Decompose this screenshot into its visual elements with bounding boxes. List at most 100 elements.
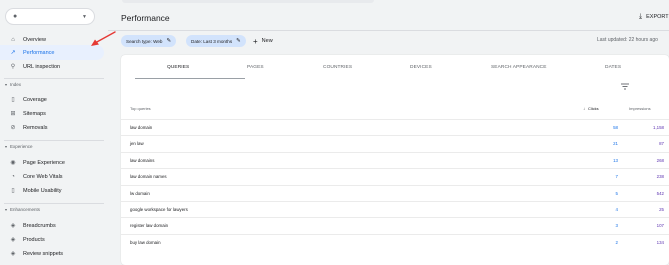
query-cell: law domains — [130, 157, 155, 163]
section-enhancements[interactable]: ▾ Enhancements — [5, 207, 40, 212]
layers-icon: ◈ — [10, 237, 16, 243]
column-header-label: Clicks — [588, 106, 599, 111]
eye-off-icon: ⊘ — [10, 125, 16, 131]
tab-search-appearance[interactable]: SEARCH APPEARANCE — [491, 65, 547, 70]
clicks-cell: 3 — [615, 223, 618, 229]
property-selector[interactable]: ● ▼ — [5, 8, 95, 25]
sidebar-item-sitemaps[interactable]: ⊞ Sitemaps — [0, 106, 104, 121]
section-label: Enhancements — [10, 207, 41, 212]
divider — [4, 203, 104, 204]
search-icon: ⚲ — [10, 64, 16, 70]
phone-icon: ▯ — [11, 188, 15, 194]
impressions-cell: 238 — [656, 174, 664, 180]
tab-countries[interactable]: COUNTRIES — [323, 65, 352, 70]
page-title: Performance — [121, 13, 170, 23]
table-row[interactable]: jen law 21 87 — [121, 135, 669, 151]
sidebar-item-label: Page Experience — [23, 159, 65, 166]
chip-label: Search type: Web — [126, 38, 163, 44]
sidebar-item-label: Overview — [23, 36, 46, 43]
query-cell: lw domain — [130, 190, 150, 196]
sidebar-item-coverage[interactable]: ▯ Coverage — [0, 92, 104, 107]
tab-dates[interactable]: DATES — [605, 65, 621, 70]
download-icon: ⤓ — [639, 13, 643, 20]
clicks-cell: 2 — [615, 239, 618, 245]
sitemap-icon: ⊞ — [10, 111, 16, 117]
clicks-cell: 7 — [615, 174, 618, 180]
sidebar-item-label: Review snippets — [23, 250, 64, 257]
sidebar-item-removals[interactable]: ⊘ Removals — [0, 120, 104, 135]
sidebar-item-label: Breadcrumbs — [23, 222, 56, 229]
filter-icon[interactable] — [620, 82, 630, 91]
export-button[interactable]: ⤓ EXPORT — [639, 13, 669, 21]
divider — [4, 140, 104, 141]
file-icon: ▯ — [11, 97, 15, 103]
layers-icon: ◈ — [10, 223, 16, 229]
last-updated-text: Last updated: 22 hours ago — [597, 37, 658, 43]
sidebar-item-breadcrumbs[interactable]: ◈ Breadcrumbs — [0, 218, 104, 233]
query-cell: google workspace for lawyers — [130, 207, 188, 212]
plus-icon: + — [253, 36, 258, 46]
sidebar-item-label: URL inspection — [23, 63, 61, 70]
chevron-down-icon: ▼ — [82, 13, 87, 20]
query-cell: register law domain — [130, 223, 169, 229]
table-row[interactable]: law domain names 7 238 — [121, 168, 669, 184]
speed-icon: ◔ — [11, 173, 15, 180]
table-row[interactable]: lw domain 5 542 — [121, 184, 669, 201]
sidebar-item-label: Coverage — [23, 96, 47, 103]
query-cell: buy law domain — [130, 239, 161, 245]
section-experience[interactable]: ▾ Experience — [5, 144, 33, 149]
query-cell: law domain — [130, 125, 153, 130]
table-row[interactable]: google workspace for lawyers 4 25 — [121, 201, 669, 217]
sidebar-item-core-web-vitals[interactable]: ◔ Core Web Vitals — [0, 169, 104, 184]
sidebar-item-label: Mobile Usability — [23, 187, 62, 194]
impressions-cell: 87 — [659, 141, 664, 147]
export-label: EXPORT — [646, 14, 669, 20]
column-header-query: Top queries — [130, 106, 151, 111]
sidebar-item-products[interactable]: ◈ Products — [0, 232, 104, 247]
query-cell: law domain names — [130, 174, 167, 180]
clicks-cell: 5 — [615, 190, 618, 196]
caret-down-icon: ▾ — [5, 144, 8, 149]
table-row[interactable]: register law domain 3 107 — [121, 217, 669, 233]
sidebar-item-mobile-usability[interactable]: ▯ Mobile Usability — [0, 183, 104, 198]
column-header-clicks[interactable]: ↓ Clicks — [583, 106, 599, 111]
red-annotation-arrow-icon — [91, 31, 116, 46]
caret-down-icon: ▾ — [5, 207, 8, 212]
new-filter-button[interactable]: + New — [253, 35, 273, 47]
caret-down-icon: ▾ — [5, 82, 8, 87]
section-label: Index — [10, 82, 22, 87]
sidebar-item-label: Performance — [23, 49, 55, 56]
clicks-cell: 21 — [613, 141, 618, 147]
tab-pages[interactable]: PAGES — [247, 65, 264, 70]
table-row[interactable]: law domains 13 268 — [121, 151, 669, 168]
results-card: QUERIES PAGES COUNTRIES DEVICES SEARCH A… — [121, 55, 669, 265]
edit-icon: ✎ — [166, 38, 172, 44]
sidebar-item-label: Products — [23, 236, 45, 243]
column-header-impressions[interactable]: Impressions — [629, 106, 651, 111]
edit-icon: ✎ — [236, 38, 241, 44]
divider — [108, 30, 669, 31]
sidebar-item-label: Removals — [23, 124, 48, 131]
globe-icon: ● — [13, 13, 18, 20]
clicks-cell: 58 — [613, 125, 618, 130]
date-filter-chip[interactable]: Date: Last 3 months ✎ — [186, 35, 246, 47]
layers-icon: ◈ — [10, 251, 16, 257]
sidebar-item-url-inspection[interactable]: ⚲ URL inspection — [0, 59, 104, 74]
tab-devices[interactable]: DEVICES — [410, 65, 432, 70]
section-index[interactable]: ▾ Index — [5, 82, 21, 87]
table-row[interactable]: law domain 58 1,158 — [121, 119, 669, 135]
home-icon: ⌂ — [11, 36, 15, 43]
search-bar[interactable] — [122, 0, 374, 3]
sidebar-item-label: Sitemaps — [23, 110, 46, 117]
arrow-down-icon: ↓ — [583, 106, 585, 111]
sidebar-item-label: Core Web Vitals — [23, 173, 63, 180]
tab-queries[interactable]: QUERIES — [167, 65, 189, 70]
table-row[interactable]: buy law domain 2 134 — [121, 233, 669, 250]
active-tab-indicator — [135, 78, 245, 79]
impressions-cell: 25 — [659, 207, 664, 212]
sidebar-item-page-experience[interactable]: ◉ Page Experience — [0, 155, 104, 170]
target-icon: ◉ — [10, 160, 16, 166]
search-type-filter-chip[interactable]: Search type: Web ✎ — [121, 35, 177, 47]
section-label: Experience — [10, 144, 33, 149]
divider — [4, 78, 104, 79]
